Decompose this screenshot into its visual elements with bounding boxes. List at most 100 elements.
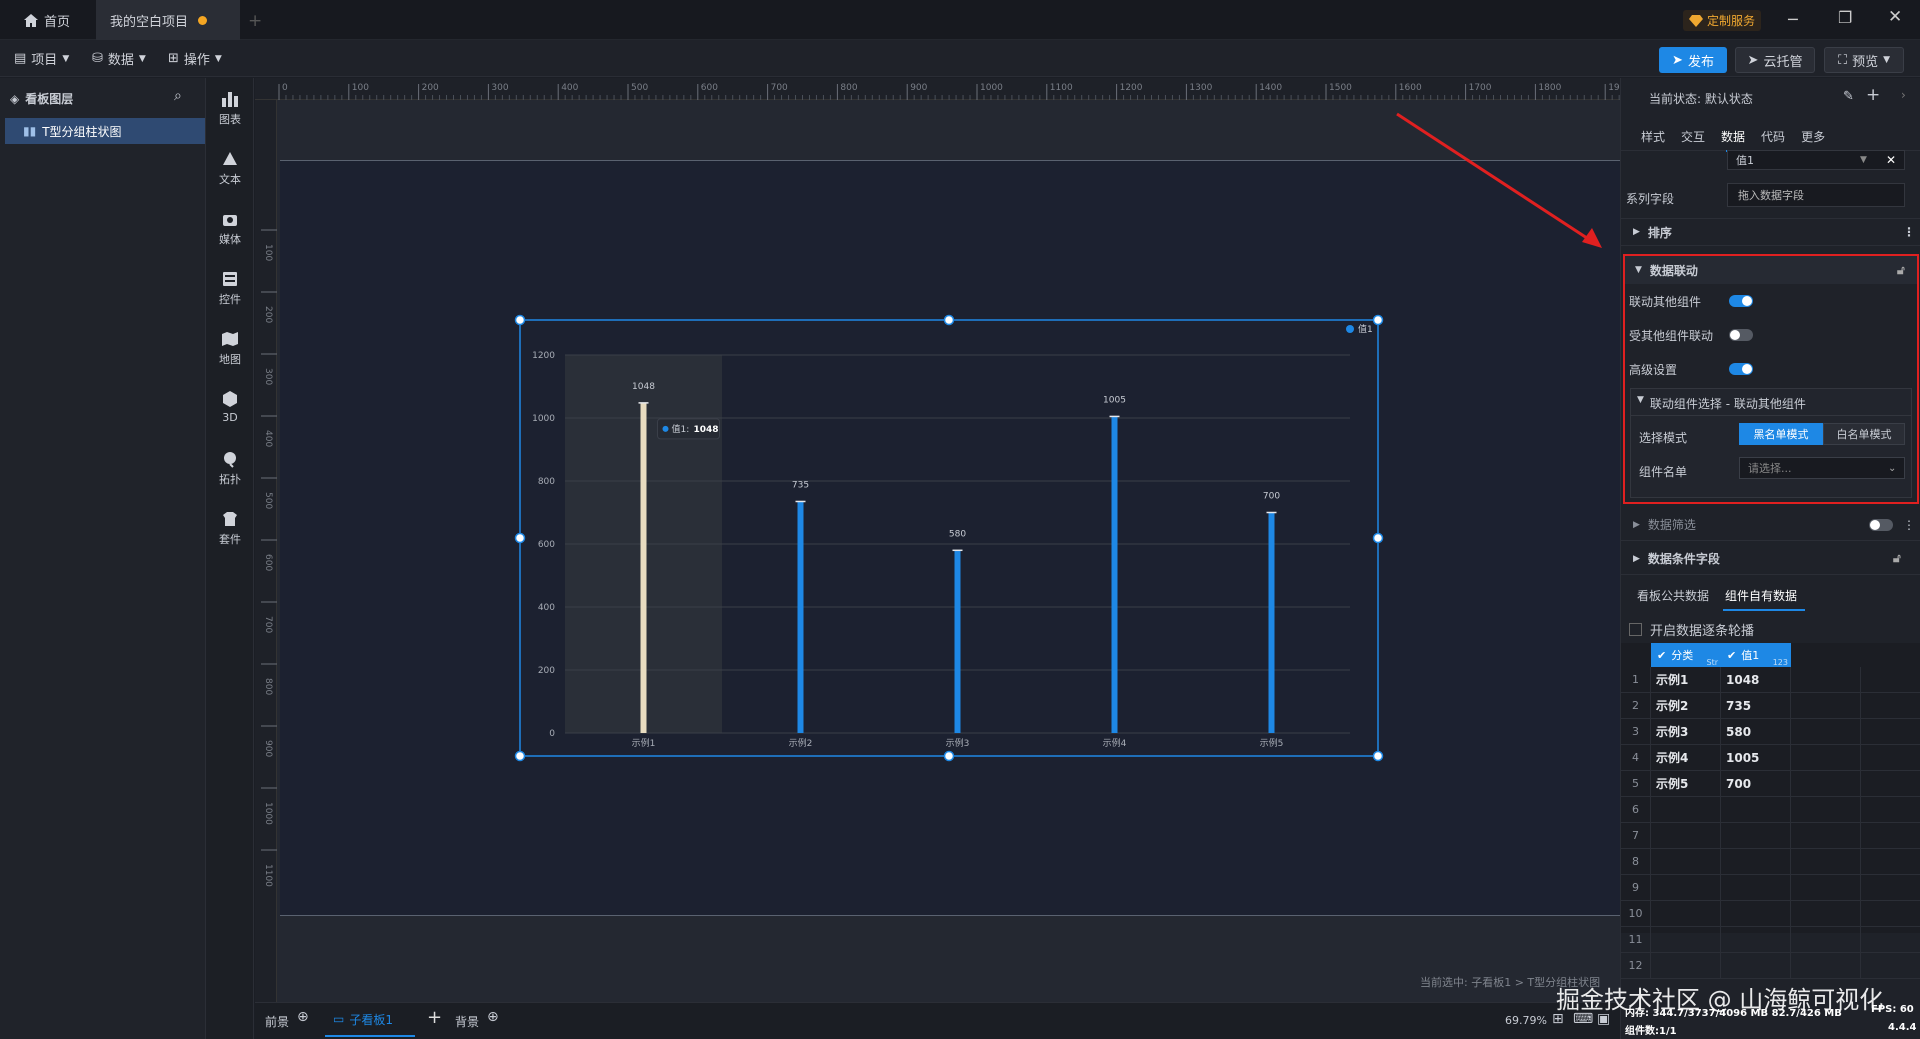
row-number[interactable]: 2	[1621, 693, 1651, 719]
table-cell[interactable]	[1651, 797, 1721, 823]
value-field-select[interactable]: 值1 ▼ ✕	[1727, 150, 1905, 170]
table-cell[interactable]	[1651, 927, 1721, 953]
custom-service-button[interactable]: 定制服务	[1683, 10, 1762, 31]
advanced-toggle[interactable]	[1729, 363, 1753, 375]
table-cell[interactable]	[1721, 953, 1791, 979]
table-cell[interactable]: 700	[1721, 771, 1791, 797]
lock-icon[interactable]: 🔓︎	[1897, 263, 1905, 278]
column-header[interactable]: ✔ 分类 Str	[1651, 643, 1721, 667]
row-number[interactable]: 10	[1621, 901, 1651, 927]
table-cell[interactable]	[1791, 875, 1861, 901]
restore-icon[interactable]: ❐	[1838, 8, 1852, 27]
chevron-right-icon[interactable]: ›	[1901, 88, 1906, 102]
condition-field-section[interactable]: ▶ 数据条件字段 🔓︎	[1621, 543, 1920, 575]
add-board-icon[interactable]: +	[427, 1007, 442, 1028]
data-table[interactable]: ✔ 分类 Str ✔ 值1 123 1 示例1 1048 2 示例2 735 3 示例3 580 4 示例4…	[1621, 643, 1920, 979]
blacklist-mode-button[interactable]: 黑名单模式	[1739, 423, 1823, 445]
row-number[interactable]: 9	[1621, 875, 1651, 901]
row-number[interactable]: 7	[1621, 823, 1651, 849]
table-cell[interactable]	[1651, 875, 1721, 901]
table-cell[interactable]	[1861, 953, 1920, 979]
table-cell[interactable]: 1048	[1721, 667, 1791, 693]
series-field-input[interactable]: 拖入数据字段	[1727, 183, 1905, 207]
tab-data[interactable]: 数据	[1721, 128, 1745, 145]
row-number[interactable]: 5	[1621, 771, 1651, 797]
table-cell[interactable]	[1721, 901, 1791, 927]
bar-chart[interactable]: 0 200 400 600 800 1000 1200 1048 示例1 735 示例2 580 示例3…	[0, 0, 1620, 1002]
tab-code[interactable]: 代码	[1761, 128, 1785, 145]
foreground-tab[interactable]: 前景	[265, 1013, 289, 1030]
table-cell[interactable]	[1861, 875, 1920, 901]
table-cell[interactable]	[1791, 927, 1861, 953]
table-cell[interactable]	[1861, 719, 1920, 745]
table-cell[interactable]	[1861, 693, 1920, 719]
minimize-icon[interactable]: ─	[1788, 10, 1798, 29]
edit-icon[interactable]: ✎	[1843, 89, 1854, 104]
table-cell[interactable]	[1651, 849, 1721, 875]
add-icon[interactable]: +	[1866, 85, 1880, 105]
table-cell[interactable]: 示例2	[1651, 693, 1721, 719]
sub-board-tab[interactable]: ▭ 子看板1	[325, 1003, 415, 1037]
table-cell[interactable]	[1721, 927, 1791, 953]
table-cell[interactable]: 示例3	[1651, 719, 1721, 745]
add-circle-icon[interactable]: ⊕	[487, 1009, 499, 1025]
row-number[interactable]: 12	[1621, 953, 1651, 979]
table-cell[interactable]	[1791, 823, 1861, 849]
table-cell[interactable]	[1791, 771, 1861, 797]
row-number[interactable]: 1	[1621, 667, 1651, 693]
tab-style[interactable]: 样式	[1641, 128, 1665, 145]
table-cell[interactable]: 示例1	[1651, 667, 1721, 693]
table-cell[interactable]	[1651, 953, 1721, 979]
cloud-button[interactable]: ➤ 云托管	[1735, 47, 1815, 73]
table-cell[interactable]: 580	[1721, 719, 1791, 745]
row-number[interactable]: 4	[1621, 745, 1651, 771]
tab-interaction[interactable]: 交互	[1681, 128, 1705, 145]
publish-button[interactable]: ➤ 发布	[1659, 47, 1727, 73]
table-cell[interactable]	[1861, 901, 1920, 927]
table-cell[interactable]	[1791, 797, 1861, 823]
table-cell[interactable]: 示例5	[1651, 771, 1721, 797]
data-filter-toggle[interactable]	[1869, 519, 1893, 531]
table-cell[interactable]	[1721, 875, 1791, 901]
table-cell[interactable]	[1721, 849, 1791, 875]
row-number[interactable]: 3	[1621, 719, 1651, 745]
tab-more[interactable]: 更多	[1801, 128, 1825, 145]
background-tab[interactable]: 背景	[455, 1013, 479, 1030]
table-cell[interactable]: 735	[1721, 693, 1791, 719]
table-cell[interactable]	[1861, 667, 1920, 693]
linked-by-others-toggle[interactable]	[1729, 329, 1753, 341]
table-cell[interactable]	[1791, 719, 1861, 745]
table-cell[interactable]	[1721, 797, 1791, 823]
close-window-icon[interactable]: ✕	[1888, 7, 1902, 27]
linkage-sub-header[interactable]: ▼ 联动组件选择 - 联动其他组件	[1637, 395, 1806, 412]
table-cell[interactable]	[1791, 953, 1861, 979]
table-cell[interactable]: 示例4	[1651, 745, 1721, 771]
table-cell[interactable]	[1861, 745, 1920, 771]
table-cell[interactable]	[1791, 667, 1861, 693]
table-cell[interactable]	[1721, 823, 1791, 849]
component-list-select[interactable]: 请选择... ⌄	[1739, 457, 1905, 479]
table-cell[interactable]	[1791, 901, 1861, 927]
column-header[interactable]: ✔ 值1 123	[1721, 643, 1791, 667]
table-cell[interactable]	[1791, 693, 1861, 719]
preview-button[interactable]: ⛶ 预览 ▼	[1824, 47, 1904, 73]
whitelist-mode-button[interactable]: 白名单模式	[1823, 423, 1905, 445]
table-cell[interactable]	[1651, 823, 1721, 849]
tab-public-data[interactable]: 看板公共数据	[1637, 587, 1709, 604]
link-others-toggle[interactable]	[1729, 295, 1753, 307]
table-cell[interactable]	[1791, 745, 1861, 771]
carousel-option[interactable]: 开启数据逐条轮播	[1629, 620, 1754, 639]
table-cell[interactable]	[1791, 849, 1861, 875]
zoom-level[interactable]: 69.79%	[1505, 1014, 1547, 1027]
lock-icon[interactable]: 🔓︎	[1893, 551, 1901, 566]
row-number[interactable]: 11	[1621, 927, 1651, 953]
table-cell[interactable]	[1861, 823, 1920, 849]
table-cell[interactable]	[1861, 849, 1920, 875]
row-number[interactable]: 8	[1621, 849, 1651, 875]
clear-icon[interactable]: ✕	[1886, 153, 1896, 167]
table-cell[interactable]	[1651, 901, 1721, 927]
tab-own-data[interactable]: 组件自有数据	[1725, 587, 1797, 604]
add-circle-icon[interactable]: ⊕	[297, 1009, 309, 1025]
linkage-header[interactable]: ▼ 数据联动 🔓︎	[1625, 256, 1917, 284]
table-cell[interactable]	[1861, 927, 1920, 953]
